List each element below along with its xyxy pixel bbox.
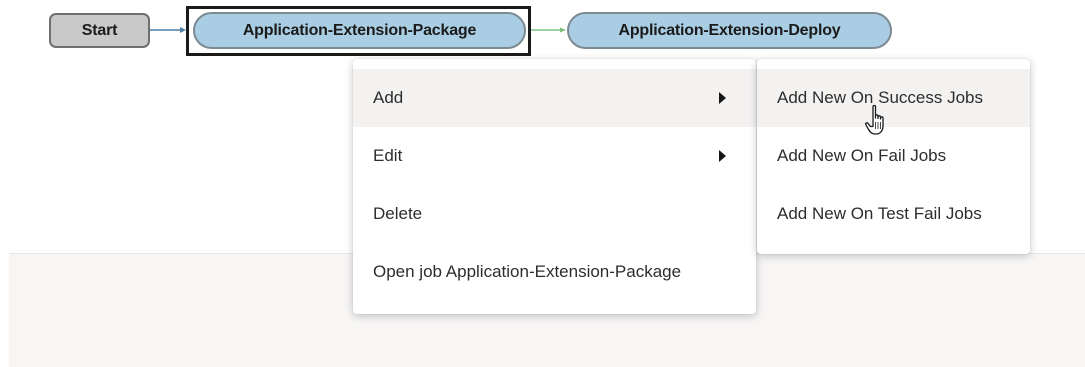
- menu-item-label: Delete: [373, 204, 423, 223]
- hand-pointer-cursor-icon: [865, 104, 884, 135]
- menu-item-label: Open job Application-Extension-Package: [373, 262, 682, 281]
- caret-right-icon: [719, 150, 726, 162]
- submenu-item-add-test-fail-jobs[interactable]: Add New On Test Fail Jobs: [757, 185, 1030, 243]
- node-application-extension-package[interactable]: Application-Extension-Package: [193, 12, 526, 49]
- node-start[interactable]: Start: [49, 13, 150, 48]
- menu-item-add[interactable]: Add: [353, 69, 756, 127]
- add-submenu: Add New On Success Jobs Add New On Fail …: [757, 59, 1030, 254]
- node-application-extension-deploy[interactable]: Application-Extension-Deploy: [567, 12, 892, 49]
- submenu-item-label: Add New On Test Fail Jobs: [777, 204, 982, 223]
- context-menu: Add Edit Delete Open job Application-Ext…: [353, 59, 756, 314]
- menu-item-delete[interactable]: Delete: [353, 185, 756, 243]
- menu-item-label: Add: [373, 88, 404, 107]
- connector-deploy-arrowhead: [560, 27, 566, 33]
- submenu-item-label: Add New On Fail Jobs: [777, 146, 947, 165]
- menu-item-label: Edit: [373, 146, 403, 165]
- menu-item-open-job[interactable]: Open job Application-Extension-Package: [353, 243, 756, 301]
- menu-item-edit[interactable]: Edit: [353, 127, 756, 185]
- caret-right-icon: [719, 92, 726, 104]
- pipeline-canvas: Start Application-Extension-Package Appl…: [0, 0, 1085, 367]
